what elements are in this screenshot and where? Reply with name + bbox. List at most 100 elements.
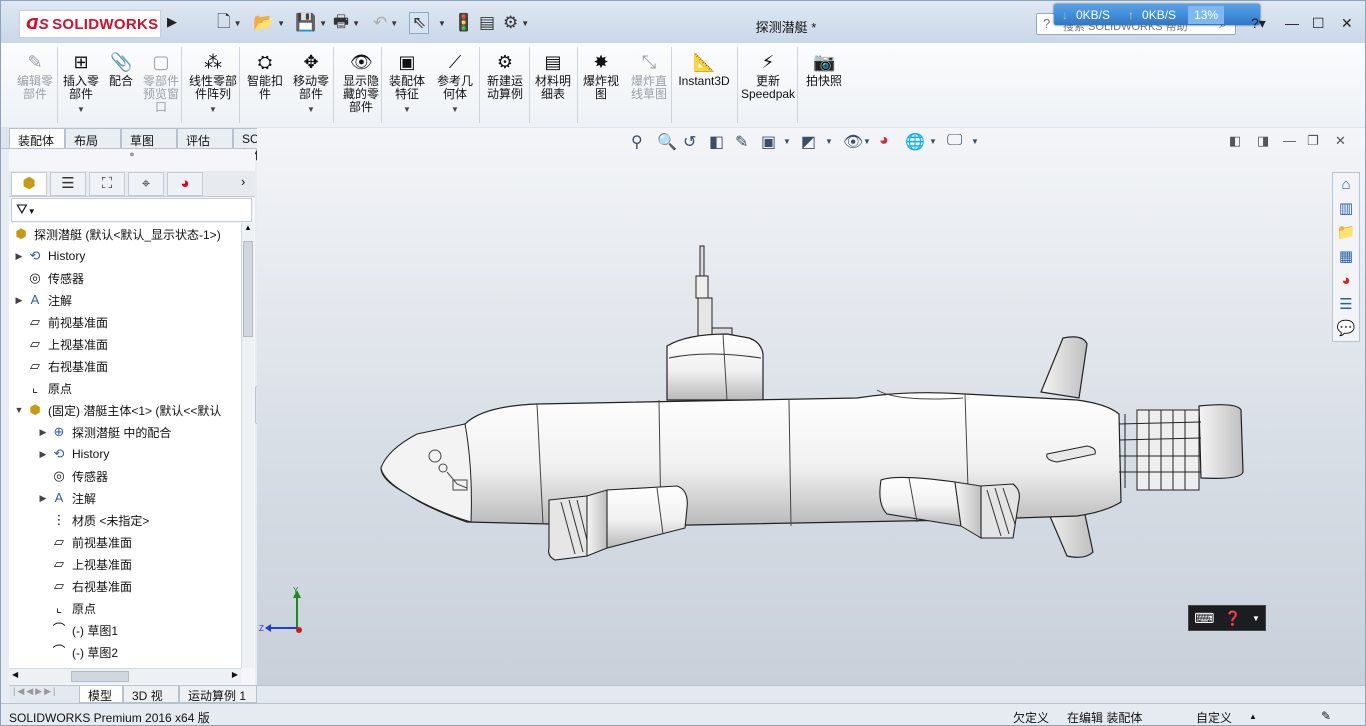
home-icon[interactable]: ⌂ xyxy=(1333,173,1359,197)
panel-grip[interactable]: ● xyxy=(9,149,255,167)
custom-properties-icon[interactable]: ☰ xyxy=(1333,293,1359,317)
ribbon-button-snapshot[interactable]: 📷 拍快照 xyxy=(804,51,844,88)
select-dropdown[interactable]: ▼ xyxy=(435,12,446,34)
scroll-thumb[interactable] xyxy=(71,671,129,682)
expand-arrow-icon[interactable]: ▶ xyxy=(37,449,49,460)
design-library-icon[interactable]: ▥ xyxy=(1333,197,1359,221)
tree-row[interactable]: ⌒ (-) 草图2 xyxy=(37,641,118,663)
print-button[interactable]: 🖶 ▼ xyxy=(333,12,360,34)
scroll-up-icon[interactable]: ▲ xyxy=(244,223,252,232)
tree-vertical-scrollbar[interactable]: ▲ xyxy=(241,223,254,668)
select-button[interactable]: ⇖ xyxy=(409,12,430,34)
maximize-button[interactable]: ☐ xyxy=(1312,15,1325,32)
ribbon-button-explode-line-sketch[interactable]: ⤡ 爆炸直 线草图 xyxy=(627,51,671,101)
dimxpert-manager-tab[interactable]: ⌖ xyxy=(128,172,164,196)
ribbon-button-assembly-features[interactable]: ▣ 装配体 特征 ▼ xyxy=(387,51,427,116)
status-options-icon[interactable]: ✎ xyxy=(1321,709,1331,723)
ribbon-button-component-preview[interactable]: ▢ 零部件 预览窗口 xyxy=(139,51,183,114)
tree-row[interactable]: ⌞ 原点 xyxy=(13,377,72,399)
options-button[interactable]: ⚙ ▼ xyxy=(503,12,529,34)
chevron-down-icon[interactable]: ▼ xyxy=(1252,614,1260,623)
tree-row[interactable]: ▱ 上视基准面 xyxy=(13,333,108,355)
configuration-manager-tab[interactable]: ⛶ xyxy=(89,172,125,196)
tab-1[interactable]: 布局 xyxy=(65,128,121,148)
file-properties-button[interactable]: ▤ xyxy=(479,12,495,34)
tree-row[interactable]: ▶ ⟲ History xyxy=(37,443,110,465)
scroll-right-icon[interactable]: ▶ xyxy=(232,670,238,679)
tree-row[interactable]: ⌒ (-) 草图1 xyxy=(37,619,118,641)
tab-3[interactable]: 评估 xyxy=(177,128,233,148)
expand-arrow-icon[interactable]: ▶ xyxy=(13,295,25,306)
chevron-down-icon[interactable]: ▼ xyxy=(435,103,475,116)
graphics-area[interactable]: ⚲ 🔍 ↺ ◧ ✎ ▣ ▼ ◩ ▼ 👁 ▼ ◕ 🌐 ▼ 🖵 ▼ ◧ ◨ — ❐ … xyxy=(257,128,1366,686)
ribbon-button-new-motion-study[interactable]: ⚙ 新建运 动算例 xyxy=(483,51,527,101)
open-document-button[interactable]: 📂 ▼ xyxy=(253,12,285,34)
ribbon-button-edit-component[interactable]: ✎ 编辑零 部件 xyxy=(15,51,55,101)
tree-row[interactable]: ▱ 前视基准面 xyxy=(37,531,132,553)
submarine-model[interactable] xyxy=(257,128,1366,686)
save-button[interactable]: 💾 ▼ xyxy=(295,12,327,34)
heads-up-widget[interactable]: ⌨ ❓ ▼ xyxy=(1188,605,1266,631)
tab-2[interactable]: 草图 xyxy=(121,128,177,148)
feature-manager-tab[interactable]: ⬢ xyxy=(11,172,47,196)
tree-row[interactable]: ▱ 右视基准面 xyxy=(37,575,132,597)
expand-arrow-icon[interactable]: ▶ xyxy=(13,251,25,262)
tree-row[interactable]: ▶ ⟲ History xyxy=(13,245,86,267)
expand-arrow-icon[interactable]: ▶ xyxy=(37,427,49,438)
tree-row[interactable]: ◎ 传感器 xyxy=(13,267,84,289)
rebuild-button[interactable]: 🚦 xyxy=(453,12,474,34)
tree-row[interactable]: ⋮ 材质 <未指定> xyxy=(37,509,150,531)
tree-root[interactable]: ⬢ 探测潜艇 (默认<默认_显示状态-1>) xyxy=(11,223,220,245)
ribbon-button-linear-pattern[interactable]: ⁂ 线性零部 件阵列 ▼ xyxy=(187,51,239,116)
ribbon-button-move-component[interactable]: ✥ 移动零 部件 ▼ xyxy=(291,51,331,116)
appearances-icon[interactable]: ◕ xyxy=(1333,269,1359,293)
help-icon[interactable]: ❓ xyxy=(1224,610,1241,627)
ribbon-button-mate[interactable]: 📎 配合 xyxy=(106,51,136,88)
keyboard-icon[interactable]: ⌨ xyxy=(1194,610,1214,627)
display-manager-tab[interactable]: ◕ xyxy=(167,172,203,196)
ribbon-button-show-hidden[interactable]: 👁 显示隐 藏的零 部件 xyxy=(339,51,383,114)
units-selector[interactable]: 自定义 xyxy=(1196,709,1232,725)
tree-row[interactable]: ▼ ⬢ (固定) 潜艇主体<1> (默认<<默认 xyxy=(13,399,222,421)
tree-horizontal-scrollbar[interactable]: ◀ ▶ xyxy=(9,668,241,684)
bottom-tab-0[interactable]: 模型 xyxy=(79,686,123,703)
tab-0[interactable]: 装配体 xyxy=(9,128,65,148)
view-palette-icon[interactable]: ▦ xyxy=(1333,245,1359,269)
forum-icon[interactable]: 💬 xyxy=(1333,317,1359,341)
bottom-tab-1[interactable]: 3D 视图 xyxy=(123,686,179,720)
chevron-down-icon[interactable]: ▼ xyxy=(61,103,101,116)
help-dropdown[interactable]: ?▾ xyxy=(1251,15,1266,32)
tree-row[interactable]: ⌞ 原点 xyxy=(37,597,96,619)
tree-row[interactable]: ▱ 前视基准面 xyxy=(13,311,108,333)
close-button[interactable]: ✕ xyxy=(1341,15,1353,32)
chevron-down-icon[interactable]: ▼ xyxy=(291,103,331,116)
collapse-arrow-icon[interactable]: ▼ xyxy=(13,405,25,415)
tree-row[interactable]: ◎ 传感器 xyxy=(37,465,108,487)
ribbon-button-bill-of-materials[interactable]: ▤ 材料明 细表 xyxy=(533,51,573,101)
tab-nav-arrows-icon[interactable]: |◀◀▶▶| xyxy=(13,686,57,697)
chevron-up-icon[interactable]: ▲ xyxy=(1249,712,1257,721)
tabs-scroll-right-icon[interactable]: › xyxy=(241,174,245,189)
chevron-down-icon[interactable]: ▼ xyxy=(387,103,427,116)
ribbon-button-instant3d[interactable]: 📐 Instant3D xyxy=(677,51,731,88)
chevron-down-icon[interactable]: ▼ xyxy=(187,103,239,116)
tree-row[interactable]: ▶ ⊕ 探测潜艇 中的配合 xyxy=(37,421,172,443)
tree-row[interactable]: ▱ 右视基准面 xyxy=(13,355,108,377)
scroll-thumb[interactable] xyxy=(243,241,253,337)
tree-row[interactable]: ▶ A 注解 xyxy=(13,289,72,311)
file-explorer-icon[interactable]: 📁 xyxy=(1333,221,1359,245)
ribbon-button-smart-fasteners[interactable]: ⛭ 智能扣件 xyxy=(245,51,285,101)
property-manager-tab[interactable]: ☰ xyxy=(50,172,86,196)
ribbon-button-reference-geometry[interactable]: ⟋ 参考几 何体 ▼ xyxy=(435,51,475,116)
ribbon-button-insert-components[interactable]: ⊞ 插入零 部件 ▼ xyxy=(61,51,101,116)
tree-filter[interactable]: ⛛▼ xyxy=(11,198,252,222)
solidworks-logo[interactable]: ꓷS SOLIDWORKS xyxy=(19,10,161,38)
bottom-tab-2[interactable]: 运动算例 1 xyxy=(179,686,257,703)
tree-row[interactable]: ▱ 上视基准面 xyxy=(37,553,132,575)
undo-button[interactable]: ↶ ▼ xyxy=(373,12,398,34)
new-document-button[interactable]: 🗋 ▼ xyxy=(217,12,242,34)
expand-arrow-icon[interactable]: ▶ xyxy=(37,493,49,504)
minimize-button[interactable]: — xyxy=(1285,15,1299,31)
scroll-left-icon[interactable]: ◀ xyxy=(12,670,18,679)
ribbon-button-speedpak[interactable]: ⚡ 更新 Speedpak xyxy=(741,51,795,101)
